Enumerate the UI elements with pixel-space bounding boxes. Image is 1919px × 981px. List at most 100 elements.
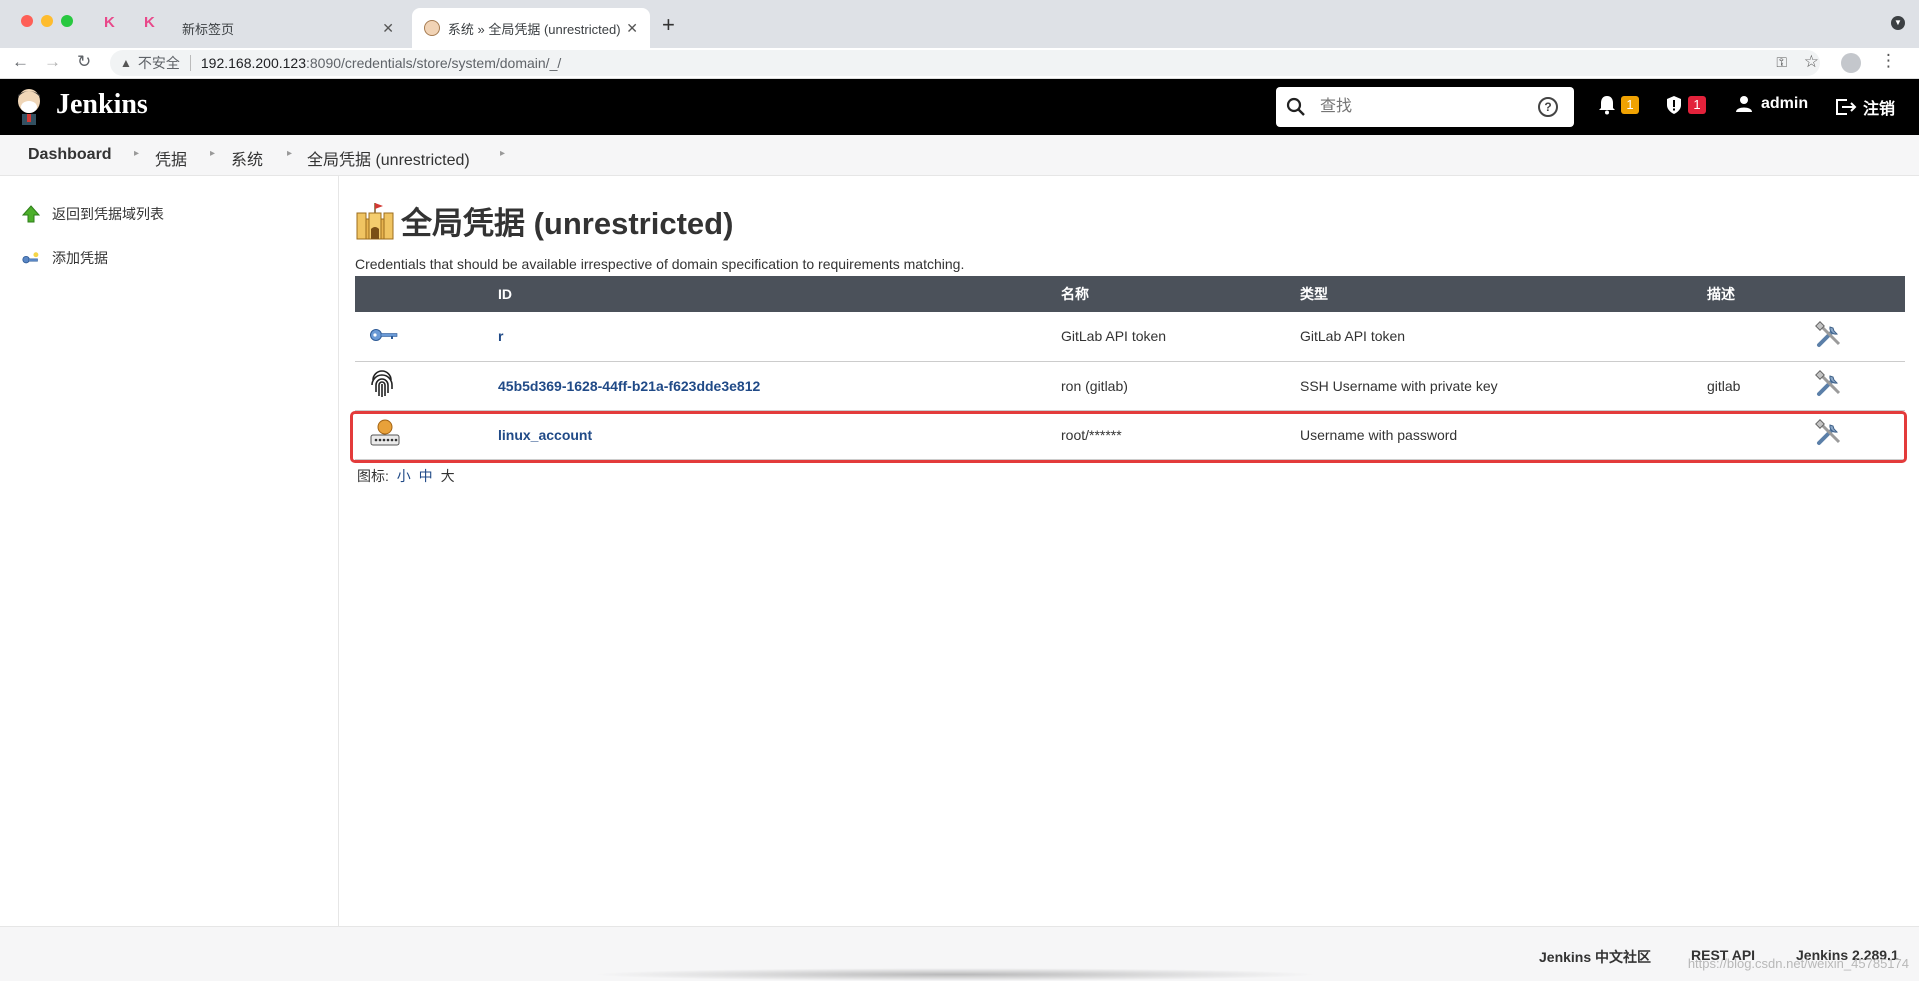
breadcrumb-separator-icon[interactable]: ▸ [210, 148, 215, 159]
tab-jenkins-credentials[interactable]: 系统 » 全局凭据 (unrestricted) ✕ [412, 8, 650, 48]
breadcrumb-separator-icon[interactable]: ▸ [134, 148, 139, 159]
breadcrumb-dashboard[interactable]: Dashboard [28, 146, 112, 164]
configure-tools-icon[interactable] [1815, 419, 1843, 447]
bookmark-star-icon[interactable]: ☆ [1804, 52, 1819, 72]
browser-menu-icon[interactable]: ⋮ [1880, 51, 1897, 71]
credential-type-cell [355, 361, 497, 411]
tab-title: 新标签页 [182, 21, 235, 37]
search-box[interactable]: ? [1276, 87, 1574, 127]
table-row: 45b5d369-1628-44ff-b21a-f623dde3e812 ron… [355, 361, 1905, 411]
jenkins-title[interactable]: Jenkins [56, 89, 148, 121]
password-key-icon[interactable]: ⚿ [1776, 54, 1787, 71]
icon-column-header [355, 276, 497, 312]
credential-description-cell: gitlab [1706, 361, 1814, 411]
logout-icon [1836, 99, 1857, 115]
credential-name-cell: ron (gitlab) [1060, 361, 1299, 411]
credential-id-link[interactable]: r [498, 328, 503, 344]
configure-tools-icon[interactable] [1815, 320, 1843, 349]
page-description: Credentials that should be available irr… [355, 256, 965, 272]
insecure-label: 不安全 [137, 55, 180, 71]
pinned-tab-kibana-2[interactable]: K [144, 14, 160, 31]
credential-id-cell: r [497, 312, 1060, 362]
tab-search-icon[interactable]: ▼ [1891, 16, 1905, 30]
user-password-icon [370, 419, 400, 446]
credential-name-cell: GitLab API token [1060, 312, 1299, 362]
name-column-header[interactable]: 名称 [1060, 276, 1299, 312]
breadcrumb-separator-icon[interactable]: ▸ [287, 148, 292, 159]
maximize-window-button[interactable] [61, 15, 73, 27]
sidebar-item-back-to-domains[interactable]: 返回到凭据域列表 [22, 204, 164, 224]
credential-action-cell [1814, 312, 1905, 362]
credential-action-cell [1814, 410, 1905, 460]
credential-type-cell [355, 410, 497, 460]
search-icon [1286, 97, 1305, 116]
window-shadow [590, 968, 1320, 981]
user-menu[interactable]: admin [1735, 95, 1808, 113]
credential-id-link[interactable]: 45b5d369-1628-44ff-b21a-f623dde3e812 [498, 378, 760, 394]
kibana-icon: K [104, 14, 115, 31]
new-tab-button[interactable]: + [662, 12, 675, 38]
logout-button[interactable]: 注销 [1835, 95, 1895, 119]
kind-column-header[interactable]: 类型 [1299, 276, 1706, 312]
table-row: r GitLab API token GitLab API token [355, 312, 1905, 362]
add-key-icon [22, 250, 40, 266]
search-input[interactable] [1318, 97, 1538, 117]
pinned-tab-kibana-1[interactable]: K [104, 14, 120, 31]
icon-size-medium-link[interactable]: 中 [419, 468, 433, 484]
breadcrumb-credentials[interactable]: 凭据 [155, 146, 187, 170]
table-header-row: ID 名称 类型 描述 [355, 276, 1905, 312]
credential-kind-cell: SSH Username with private key [1299, 361, 1706, 411]
credential-description-cell [1706, 410, 1814, 460]
security-badge: 1 [1688, 96, 1706, 114]
id-column-header[interactable]: ID [497, 276, 1060, 312]
table-row: linux_account root/****** Username with … [355, 410, 1905, 460]
breadcrumb-system[interactable]: 系统 [231, 146, 263, 170]
sidebar-item-label: 添加凭据 [52, 250, 108, 266]
help-icon[interactable]: ? [1538, 97, 1558, 117]
shield-icon [1667, 96, 1681, 114]
jenkins-favicon-icon [424, 20, 440, 36]
tab-new-tab[interactable]: 新标签页 ✕ [170, 8, 406, 48]
credential-description-cell [1706, 312, 1814, 362]
page-title: 全局凭据 (unrestricted) [401, 206, 734, 241]
sidebar-item-label: 返回到凭据域列表 [52, 206, 164, 222]
bell-icon [1599, 96, 1615, 115]
close-tab-icon[interactable]: ✕ [382, 20, 394, 37]
icon-size-label: 图标: [357, 468, 389, 484]
minimize-window-button[interactable] [41, 15, 53, 27]
notifications-badge: 1 [1621, 96, 1639, 114]
notifications-button[interactable]: 1 [1598, 95, 1639, 115]
user-icon [1736, 96, 1752, 112]
close-tab-icon[interactable]: ✕ [626, 20, 638, 37]
configure-tools-icon[interactable] [1815, 370, 1843, 398]
jenkins-header: Jenkins ? 1 1 admin [0, 79, 1919, 135]
reload-icon[interactable]: ↻ [77, 52, 91, 72]
sidebar: 返回到凭据域列表 添加凭据 [0, 176, 339, 926]
description-column-header[interactable]: 描述 [1706, 276, 1814, 312]
profile-avatar-icon[interactable] [1841, 53, 1861, 73]
forward-icon[interactable]: → [44, 52, 61, 72]
footer-community-link[interactable]: Jenkins 中文社区 [1539, 947, 1651, 967]
url-path: :8090/credentials/store/system/domain/_/ [306, 55, 562, 71]
jenkins-logo-icon[interactable] [14, 87, 44, 127]
credential-id-link[interactable]: linux_account [498, 427, 592, 443]
kibana-icon: K [144, 14, 155, 31]
url-field[interactable]: ▲ 不安全 192.168.200.123 :8090/credentials/… [110, 50, 1820, 76]
close-window-button[interactable] [21, 15, 33, 27]
credential-name-cell: root/****** [1060, 410, 1299, 460]
castle-domain-icon [356, 202, 394, 239]
breadcrumb-separator-icon[interactable]: ▸ [500, 148, 505, 159]
back-icon[interactable]: ← [12, 52, 29, 72]
address-bar-row: ← → ↻ ▲ 不安全 192.168.200.123 :8090/creden… [0, 48, 1919, 79]
security-alerts-button[interactable]: 1 [1665, 95, 1706, 115]
warning-icon: ▲ [120, 56, 132, 70]
icon-size-large-current: 大 [440, 468, 455, 484]
up-arrow-icon [22, 205, 40, 223]
logout-label: 注销 [1863, 101, 1896, 118]
icon-size-small-link[interactable]: 小 [397, 468, 411, 484]
credential-id-cell: linux_account [497, 410, 1060, 460]
username: admin [1761, 95, 1809, 112]
breadcrumb-global-domain[interactable]: 全局凭据 (unrestricted) [307, 146, 470, 170]
page-heading: 全局凭据 (unrestricted) [355, 198, 733, 243]
sidebar-item-add-credentials[interactable]: 添加凭据 [22, 248, 108, 268]
